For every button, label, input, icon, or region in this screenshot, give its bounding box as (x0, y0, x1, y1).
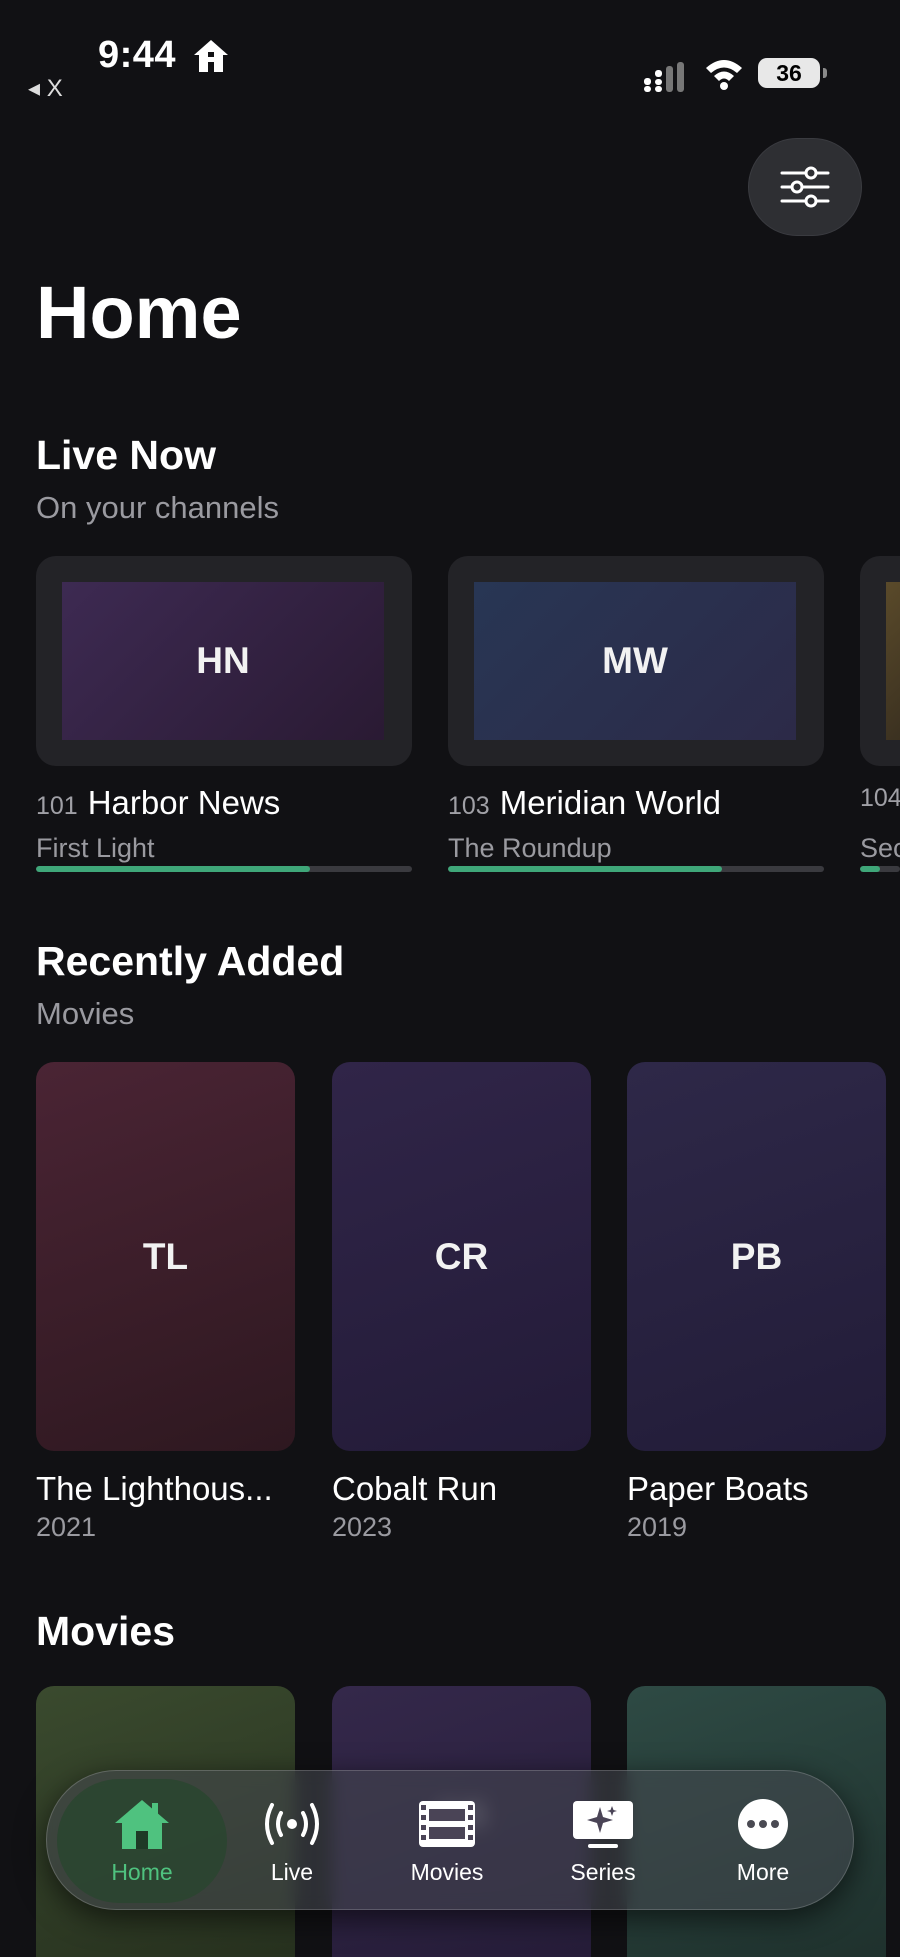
tab-label: Movies (410, 1858, 484, 1885)
status-bar: 9:44 ◂ X 36 (0, 0, 900, 110)
cellular-signal-icon (644, 62, 684, 92)
progress-fill (448, 866, 723, 872)
back-to-app-button[interactable]: ◂ X (28, 74, 63, 103)
bottom-tab-bar: Home Live Movies Series More (46, 1770, 854, 1910)
movie-year: 2023 (332, 1512, 393, 1542)
live-now-title: Live Now (36, 432, 216, 478)
live-channel-meta: 103 Meridian World (448, 784, 828, 822)
tab-more[interactable]: More (693, 1779, 833, 1903)
channel-number: 101 (36, 792, 78, 820)
channel-program: Sec (860, 833, 900, 863)
movie-year: 2021 (36, 1512, 97, 1542)
home-status-icon (194, 40, 228, 72)
broadcast-icon (265, 1802, 319, 1845)
channel-thumbnail: MW (474, 582, 796, 740)
movie-poster[interactable]: PB (627, 1062, 886, 1451)
page-title: Home (36, 271, 242, 354)
channel-thumbnail: HN (62, 582, 384, 740)
movie-title: Paper Boats (627, 1470, 809, 1507)
channel-name: Harbor News (87, 784, 281, 821)
channel-thumbnail (886, 582, 900, 740)
channel-number: 104 (860, 784, 900, 812)
film-icon (419, 1800, 475, 1847)
movie-title: Cobalt Run (332, 1470, 498, 1507)
tab-movies[interactable]: Movies (377, 1779, 517, 1903)
live-channel-meta: 101 Harbor News (36, 784, 416, 822)
status-time: 9:44 (98, 34, 177, 76)
progress-fill (860, 866, 880, 872)
live-channel-card[interactable]: MW (448, 556, 824, 766)
ellipsis-circle-icon (738, 1798, 788, 1849)
tab-home[interactable]: Home (57, 1779, 227, 1903)
movies-section-title: Movies (36, 1608, 175, 1654)
movie-title: The Lighthous... (36, 1470, 273, 1507)
program-progress-bar (448, 866, 824, 872)
live-channel-card[interactable]: HN (36, 556, 412, 766)
movie-year: 2019 (627, 1512, 688, 1542)
sparkle-tv-icon (573, 1800, 633, 1848)
house-icon (115, 1799, 169, 1849)
movie-poster[interactable]: CR (332, 1062, 591, 1451)
channel-number: 103 (448, 792, 490, 820)
recently-added-title: Recently Added (36, 938, 345, 984)
wifi-icon (706, 60, 742, 90)
tab-live[interactable]: Live (227, 1779, 357, 1903)
movie-poster[interactable]: TL (36, 1062, 295, 1451)
live-now-subtitle: On your channels (36, 490, 279, 525)
tab-series[interactable]: Series (533, 1779, 673, 1903)
tab-label: Home (111, 1858, 173, 1885)
sliders-icon (780, 166, 830, 208)
battery-indicator: 36 (758, 58, 827, 88)
recently-added-subtitle: Movies (36, 996, 135, 1031)
tab-label: Series (570, 1858, 636, 1885)
live-channel-card[interactable] (860, 556, 900, 766)
program-progress-bar (860, 866, 900, 872)
live-channel-meta: 104 (860, 784, 900, 813)
channel-name: Meridian World (499, 784, 722, 821)
tab-label: More (736, 1858, 790, 1885)
program-progress-bar (36, 866, 412, 872)
channel-program: First Light (36, 833, 155, 863)
tab-label: Live (270, 1858, 314, 1885)
channel-program: The Roundup (448, 833, 612, 863)
filter-settings-button[interactable] (748, 138, 862, 236)
progress-fill (36, 866, 311, 872)
